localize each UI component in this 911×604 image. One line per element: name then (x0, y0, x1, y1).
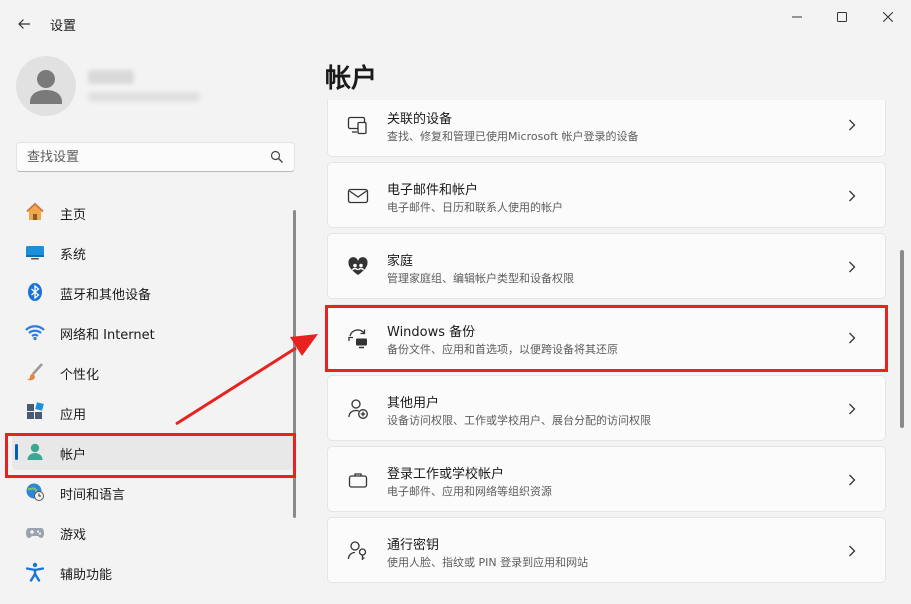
main-scrollbar[interactable] (900, 250, 904, 428)
sidebar-item-label: 主页 (60, 208, 87, 223)
maximize-button[interactable] (819, 6, 865, 28)
card-title: 通行密钥 (387, 538, 440, 553)
chevron-right-icon (849, 545, 856, 557)
wifi-icon (25, 322, 45, 342)
card-subtitle: 电子邮件、日历和联系人使用的帐户 (387, 201, 563, 214)
email-icon (346, 184, 370, 208)
card-subtitle: 查找、修复和管理已使用Microsoft 帐户登录的设备 (387, 130, 639, 143)
chevron-right-icon (849, 332, 856, 344)
minimize-button[interactable] (774, 6, 820, 28)
home-icon (25, 202, 45, 222)
sidebar-item-label: 个性化 (60, 368, 100, 383)
system-icon (25, 242, 45, 262)
family-heart-icon (346, 255, 370, 279)
sidebar-nav: 主页 系统 蓝牙和其他设备 网络和 Internet 个性化 应用 帐户 时间和… (12, 194, 294, 594)
card-email-accounts[interactable]: 电子邮件和帐户 电子邮件、日历和联系人使用的帐户 (327, 162, 886, 228)
backup-icon (346, 326, 370, 350)
user-name-blurred (88, 70, 134, 84)
card-title: Windows 备份 (387, 325, 476, 340)
bluetooth-icon (25, 282, 45, 302)
chevron-right-icon (849, 474, 856, 486)
briefcase-icon (346, 468, 370, 492)
sidebar-item-gaming[interactable]: 游戏 (12, 514, 294, 550)
card-linked-devices[interactable]: 关联的设备 查找、修复和管理已使用Microsoft 帐户登录的设备 (327, 100, 886, 157)
sidebar-item-network[interactable]: 网络和 Internet (12, 314, 294, 350)
avatar[interactable] (16, 56, 76, 116)
card-subtitle: 使用人脸、指纹或 PIN 登录到应用和网站 (387, 556, 589, 569)
arrow-left-icon (18, 19, 30, 29)
chevron-right-icon (849, 119, 856, 131)
card-subtitle: 设备访问权限、工作或学校用户、展台分配的访问权限 (387, 414, 651, 427)
sidebar-item-accessibility[interactable]: 辅助功能 (12, 554, 294, 590)
card-title: 登录工作或学校帐户 (387, 467, 505, 482)
back-button[interactable] (12, 12, 36, 36)
apps-icon (25, 402, 45, 422)
title-bar: 设置 (0, 0, 911, 46)
sidebar-item-label: 系统 (60, 248, 87, 263)
chevron-right-icon (849, 190, 856, 202)
chevron-right-icon (849, 261, 856, 273)
maximize-icon (837, 12, 847, 22)
sidebar-item-label: 帐户 (60, 448, 87, 463)
sidebar-item-label: 应用 (60, 408, 87, 423)
card-other-users[interactable]: 其他用户 设备访问权限、工作或学校用户、展台分配的访问权限 (327, 375, 886, 441)
sidebar-item-label: 蓝牙和其他设备 (60, 288, 152, 303)
brush-icon (25, 362, 45, 382)
chevron-right-icon (849, 403, 856, 415)
accessibility-icon (25, 562, 45, 582)
card-title: 家庭 (387, 254, 414, 269)
sidebar-item-label: 游戏 (60, 528, 87, 543)
sidebar-item-label: 辅助功能 (60, 568, 113, 583)
app-title: 设置 (50, 19, 77, 34)
sidebar-item-system[interactable]: 系统 (12, 234, 294, 270)
minimize-icon (792, 16, 802, 18)
sidebar-item-accounts[interactable]: 帐户 (12, 434, 294, 470)
sidebar-item-time-language[interactable]: 时间和语言 (12, 474, 294, 510)
card-title: 电子邮件和帐户 (387, 183, 479, 198)
account-icon (25, 442, 45, 462)
close-icon (883, 12, 893, 22)
sidebar-scrollbar[interactable] (293, 210, 296, 518)
passkey-icon (346, 539, 370, 563)
card-subtitle: 管理家庭组、编辑帐户类型和设备权限 (387, 272, 574, 285)
card-subtitle: 备份文件、应用和首选项，以便跨设备将其还原 (387, 343, 618, 356)
sidebar-item-label: 网络和 Internet (60, 328, 155, 343)
close-button[interactable] (865, 6, 911, 28)
gamepad-icon (25, 522, 45, 542)
globe-clock-icon (25, 482, 45, 502)
user-email-blurred (88, 92, 200, 102)
search-box[interactable] (16, 142, 295, 172)
add-person-icon (346, 397, 370, 421)
card-title: 关联的设备 (387, 112, 453, 127)
search-icon[interactable] (270, 150, 284, 164)
sidebar-item-home[interactable]: 主页 (12, 194, 294, 230)
user-silhouette-icon (30, 70, 62, 104)
card-family[interactable]: 家庭 管理家庭组、编辑帐户类型和设备权限 (327, 233, 886, 299)
search-input[interactable] (27, 147, 262, 167)
page-title: 帐户 (325, 64, 378, 94)
card-title: 其他用户 (387, 396, 440, 411)
card-subtitle: 电子邮件、应用和网络等组织资源 (387, 485, 552, 498)
linked-devices-icon (346, 113, 370, 137)
sidebar-item-bluetooth[interactable]: 蓝牙和其他设备 (12, 274, 294, 310)
card-windows-backup[interactable]: Windows 备份 备份文件、应用和首选项，以便跨设备将其还原 (327, 304, 886, 370)
sidebar-item-personalization[interactable]: 个性化 (12, 354, 294, 390)
card-passkeys[interactable]: 通行密钥 使用人脸、指纹或 PIN 登录到应用和网站 (327, 517, 886, 583)
sidebar-item-label: 时间和语言 (60, 488, 126, 503)
sidebar-item-apps[interactable]: 应用 (12, 394, 294, 430)
settings-card-list: 关联的设备 查找、修复和管理已使用Microsoft 帐户登录的设备 电子邮件和… (327, 100, 887, 604)
card-work-school[interactable]: 登录工作或学校帐户 电子邮件、应用和网络等组织资源 (327, 446, 886, 512)
